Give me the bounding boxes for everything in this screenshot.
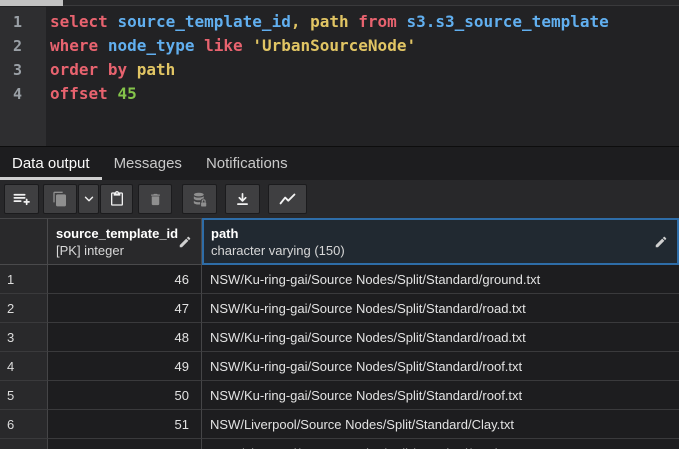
graph-visualiser-button[interactable] <box>268 184 307 214</box>
chevron-down-icon <box>82 192 96 206</box>
path-cell[interactable]: NSW/Liverpool/Source Nodes/Split/Standar… <box>202 439 679 449</box>
tab-messages[interactable]: Messages <box>102 147 194 180</box>
table-row: 247NSW/Ku-ring-gai/Source Nodes/Split/St… <box>0 294 679 323</box>
save-results-button[interactable] <box>225 184 260 214</box>
path-cell[interactable]: NSW/Ku-ring-gai/Source Nodes/Split/Stand… <box>202 294 679 323</box>
table-row: 550NSW/Ku-ring-gai/Source Nodes/Split/St… <box>0 381 679 410</box>
column-title: source_template_id <box>56 225 193 242</box>
row-number-cell[interactable]: 1 <box>0 265 48 294</box>
add-row-icon <box>12 190 31 209</box>
delete-button[interactable] <box>138 184 172 214</box>
code-line[interactable]: order by path <box>0 58 679 82</box>
code-line[interactable]: select source_template_id, path from s3.… <box>0 10 679 34</box>
paste-icon <box>109 191 125 207</box>
path-cell[interactable]: NSW/Liverpool/Source Nodes/Split/Standar… <box>202 410 679 439</box>
table-row: 754NSW/Liverpool/Source Nodes/Split/Stan… <box>0 439 679 449</box>
result-grid: source_template_id [PK] integer path cha… <box>0 218 679 449</box>
save-data-changes-button[interactable] <box>182 184 217 214</box>
column-header-path[interactable]: path character varying (150) <box>202 218 679 265</box>
column-type: character varying (150) <box>211 242 670 259</box>
source-template-id-cell[interactable]: 49 <box>48 352 202 381</box>
table-row: 348NSW/Ku-ring-gai/Source Nodes/Split/St… <box>0 323 679 352</box>
paste-button[interactable] <box>100 184 133 214</box>
trash-icon <box>148 192 163 207</box>
editor-hscrollbar-thumb[interactable] <box>0 0 63 6</box>
table-row: 146NSW/Ku-ring-gai/Source Nodes/Split/St… <box>0 265 679 294</box>
tab-label: Data output <box>12 155 90 172</box>
path-cell[interactable]: NSW/Ku-ring-gai/Source Nodes/Split/Stand… <box>202 265 679 294</box>
source-template-id-cell[interactable]: 46 <box>48 265 202 294</box>
code-line[interactable]: where node_type like 'UrbanSourceNode' <box>0 34 679 58</box>
source-template-id-cell[interactable]: 48 <box>48 323 202 352</box>
grid-body: 146NSW/Ku-ring-gai/Source Nodes/Split/St… <box>0 265 679 449</box>
editor-code[interactable]: select source_template_id, path from s3.… <box>0 7 679 146</box>
tab-notifications[interactable]: Notifications <box>194 147 300 180</box>
path-cell[interactable]: NSW/Ku-ring-gai/Source Nodes/Split/Stand… <box>202 352 679 381</box>
result-toolbar <box>0 180 679 218</box>
source-template-id-cell[interactable]: 50 <box>48 381 202 410</box>
add-row-button[interactable] <box>4 184 39 214</box>
column-header-source-template-id[interactable]: source_template_id [PK] integer <box>48 218 202 265</box>
table-row: 651NSW/Liverpool/Source Nodes/Split/Stan… <box>0 410 679 439</box>
edit-pencil-icon <box>654 235 668 249</box>
column-title: path <box>211 225 670 242</box>
tab-data-output[interactable]: Data output <box>0 147 102 180</box>
row-number-cell[interactable]: 6 <box>0 410 48 439</box>
row-number-header[interactable] <box>0 218 48 265</box>
path-cell[interactable]: NSW/Ku-ring-gai/Source Nodes/Split/Stand… <box>202 323 679 352</box>
copy-icon <box>52 191 68 207</box>
edit-pencil-icon <box>178 235 192 249</box>
line-chart-icon <box>278 191 297 208</box>
column-type: [PK] integer <box>56 242 193 259</box>
editor-hscrollbar-track[interactable] <box>0 0 679 6</box>
row-number-cell[interactable]: 7 <box>0 439 48 449</box>
query-tool-window: 1234 select source_template_id, path fro… <box>0 0 679 449</box>
row-number-cell[interactable]: 4 <box>0 352 48 381</box>
tab-label: Notifications <box>206 155 288 172</box>
source-template-id-cell[interactable]: 47 <box>48 294 202 323</box>
download-icon <box>234 191 251 208</box>
table-row: 449NSW/Ku-ring-gai/Source Nodes/Split/St… <box>0 352 679 381</box>
row-number-cell[interactable]: 3 <box>0 323 48 352</box>
copy-button[interactable] <box>43 184 77 214</box>
code-line[interactable]: offset 45 <box>0 82 679 106</box>
source-template-id-cell[interactable]: 51 <box>48 410 202 439</box>
path-cell[interactable]: NSW/Ku-ring-gai/Source Nodes/Split/Stand… <box>202 381 679 410</box>
copy-options-button[interactable] <box>78 184 99 214</box>
database-lock-icon <box>191 191 208 208</box>
row-number-cell[interactable]: 5 <box>0 381 48 410</box>
tab-label: Messages <box>114 155 182 172</box>
row-number-cell[interactable]: 2 <box>0 294 48 323</box>
sql-editor[interactable]: 1234 select source_template_id, path fro… <box>0 0 679 146</box>
grid-header: source_template_id [PK] integer path cha… <box>0 218 679 265</box>
result-tabbar: Data output Messages Notifications <box>0 146 679 180</box>
source-template-id-cell[interactable]: 54 <box>48 439 202 449</box>
